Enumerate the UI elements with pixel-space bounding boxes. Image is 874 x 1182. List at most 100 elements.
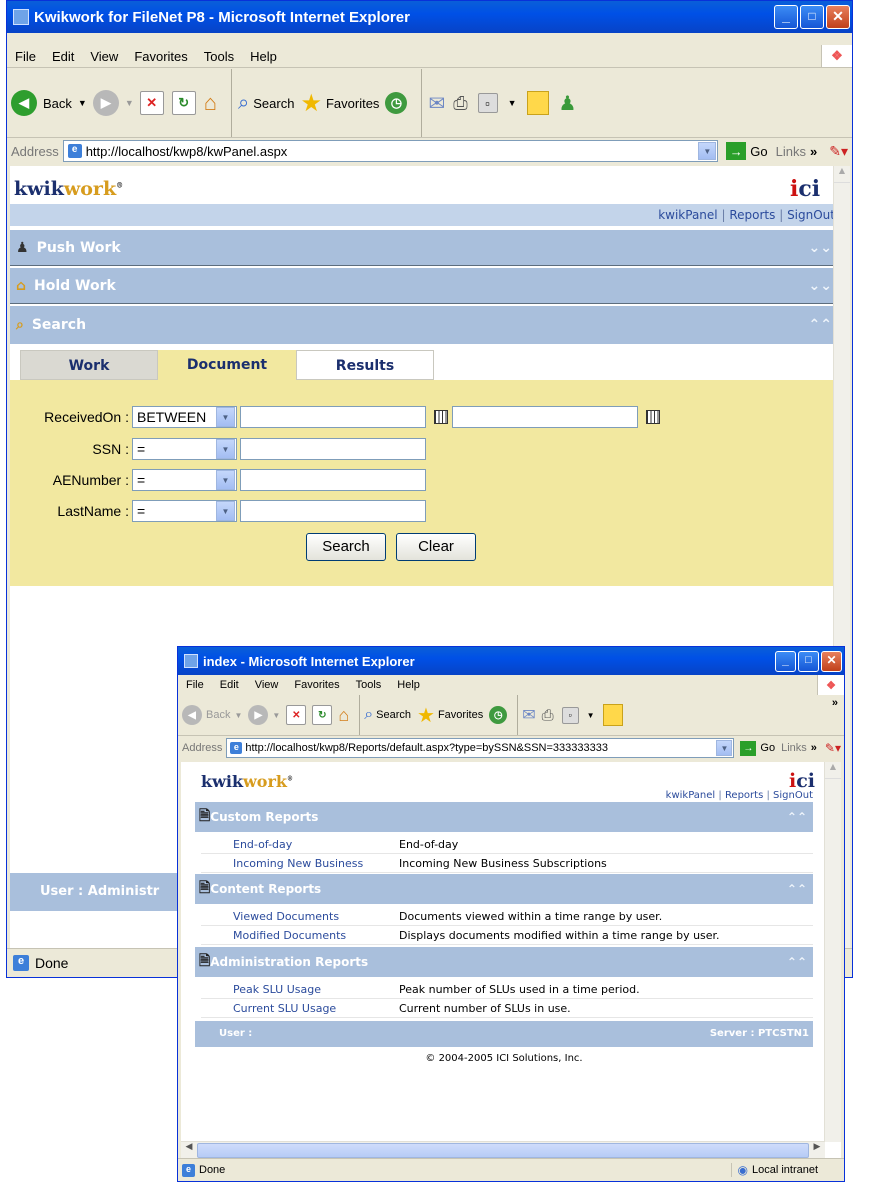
calendar-icon[interactable] — [646, 410, 660, 424]
search-button[interactable]: ⌕ Search — [238, 92, 294, 115]
aenumber-input[interactable] — [240, 469, 426, 491]
print-icon[interactable]: ⎙ — [542, 707, 554, 724]
history-icon[interactable]: ◷ — [489, 706, 508, 724]
address-input[interactable]: e http://localhost/kwp8/kwPanel.aspx ▼ — [62, 140, 719, 162]
menu-view[interactable]: View — [247, 679, 287, 691]
favorites-button[interactable]: ★ Favorites — [417, 703, 483, 728]
report-link-peak-slu-usage[interactable]: Peak SLU Usage — [201, 983, 399, 996]
report-row[interactable]: Current SLU Usage Current number of SLUs… — [201, 999, 813, 1018]
search-header[interactable]: ⌕ Search ⌃⌃ — [10, 306, 838, 344]
toolbar-extra-icon[interactable]: ✎▾ — [829, 143, 848, 160]
receivedon-operator-select[interactable]: BETWEEN ▼ — [132, 406, 237, 428]
nav-reports[interactable]: Reports — [725, 790, 763, 801]
tab-results[interactable]: Results — [296, 350, 434, 380]
popup-horizontal-scrollbar[interactable]: ◀ ▶ — [181, 1141, 825, 1158]
menu-file[interactable]: File — [7, 49, 44, 64]
nav-kwikpanel[interactable]: kwikPanel — [658, 208, 717, 222]
custom-reports-header[interactable]: 🗎 Custom Reports ⌃⌃ — [195, 802, 813, 832]
address-dropdown[interactable]: ▼ — [698, 142, 717, 160]
notes-icon[interactable] — [526, 91, 549, 115]
home-icon[interactable]: ⌂ — [204, 90, 217, 116]
menu-view[interactable]: View — [82, 49, 126, 64]
content-reports-header[interactable]: 🗎 Content Reports ⌃⌃ — [195, 874, 813, 904]
menu-favorites[interactable]: Favorites — [286, 679, 347, 691]
popup-title-bar[interactable]: index - Microsoft Internet Explorer _ □ … — [178, 647, 844, 675]
report-link-end-of-day[interactable]: End-of-day — [201, 838, 399, 851]
minimize-button[interactable]: _ — [775, 650, 796, 672]
edit-icon[interactable]: ▫ — [561, 706, 579, 724]
report-row[interactable]: Modified Documents Displays documents mo… — [201, 926, 813, 945]
messenger-icon[interactable]: ♟ — [559, 91, 577, 116]
hold-work-header[interactable]: ⌂ Hold Work ⌄⌄ — [10, 268, 838, 304]
back-button[interactable]: ◀ Back ▼ — [182, 705, 242, 725]
lastname-input[interactable] — [240, 500, 426, 522]
receivedon-from-input[interactable] — [240, 406, 426, 428]
go-button[interactable]: → Go — [726, 142, 768, 160]
chevron-right-icon[interactable]: » — [832, 697, 838, 709]
links-label[interactable]: Links — [776, 144, 806, 159]
stop-icon[interactable]: ✕ — [139, 91, 164, 115]
back-button[interactable]: ◀ Back ▼ — [11, 90, 87, 116]
menu-help[interactable]: Help — [389, 679, 428, 691]
minimize-button[interactable]: _ — [774, 5, 798, 29]
links-label[interactable]: Links — [781, 742, 807, 754]
report-row[interactable]: Incoming New Business Incoming New Busin… — [201, 854, 813, 873]
report-row[interactable]: End-of-day End-of-day — [201, 835, 813, 854]
go-button[interactable]: → Go — [740, 740, 775, 756]
maximize-button[interactable]: □ — [800, 5, 824, 29]
home-icon[interactable]: ⌂ — [338, 705, 349, 726]
close-button[interactable]: ✕ — [821, 650, 842, 672]
administration-reports-header[interactable]: 🗎 Administration Reports ⌃⌃ — [195, 947, 813, 977]
search-button[interactable]: ⌕ Search — [364, 706, 411, 724]
forward-button[interactable]: ▶ ▼ — [248, 705, 280, 725]
report-link-viewed-documents[interactable]: Viewed Documents — [201, 910, 399, 923]
nav-signout[interactable]: SignOut — [787, 208, 835, 222]
mail-icon[interactable]: ✉ — [428, 91, 445, 116]
lastname-operator-select[interactable]: = ▼ — [132, 500, 237, 522]
history-icon[interactable]: ◷ — [385, 92, 408, 114]
clear-button[interactable]: Clear — [396, 533, 476, 561]
main-title-bar[interactable]: Kwikwork for FileNet P8 - Microsoft Inte… — [7, 1, 852, 33]
close-button[interactable]: ✕ — [826, 5, 850, 29]
aenumber-operator-select[interactable]: = ▼ — [132, 469, 237, 491]
receivedon-to-input[interactable] — [452, 406, 638, 428]
ssn-operator-select[interactable]: = ▼ — [132, 438, 237, 460]
menu-tools[interactable]: Tools — [348, 679, 390, 691]
nav-reports[interactable]: Reports — [729, 208, 775, 222]
address-input[interactable]: e http://localhost/kwp8/Reports/default.… — [226, 738, 735, 758]
nav-kwikpanel[interactable]: kwikPanel — [666, 790, 716, 801]
popup-vertical-scrollbar[interactable]: ▲ — [824, 762, 841, 1142]
tab-document[interactable]: Document — [158, 350, 296, 380]
menu-edit[interactable]: Edit — [44, 49, 82, 64]
nav-signout[interactable]: SignOut — [773, 790, 813, 801]
maximize-button[interactable]: □ — [798, 650, 819, 672]
tab-work[interactable]: Work — [20, 350, 158, 380]
address-dropdown[interactable]: ▼ — [716, 740, 733, 756]
menu-tools[interactable]: Tools — [196, 49, 242, 64]
report-link-current-slu-usage[interactable]: Current SLU Usage — [201, 1002, 399, 1015]
report-row[interactable]: Peak SLU Usage Peak number of SLUs used … — [201, 980, 813, 999]
refresh-icon[interactable]: ↻ — [312, 705, 333, 725]
print-icon[interactable]: ⎙ — [453, 93, 467, 114]
menu-help[interactable]: Help — [242, 49, 285, 64]
push-work-header[interactable]: ♟ Push Work ⌄⌄ — [10, 230, 838, 266]
report-row[interactable]: Viewed Documents Documents viewed within… — [201, 907, 813, 926]
menu-favorites[interactable]: Favorites — [126, 49, 195, 64]
favorites-button[interactable]: ★ Favorites — [300, 89, 379, 118]
report-link-modified-documents[interactable]: Modified Documents — [201, 929, 399, 942]
mail-icon[interactable]: ✉ — [522, 705, 535, 725]
chevron-right-icon[interactable]: » — [810, 144, 817, 159]
notes-icon[interactable] — [602, 704, 623, 726]
search-button[interactable]: Search — [306, 533, 386, 561]
refresh-icon[interactable]: ↻ — [171, 91, 196, 115]
menu-file[interactable]: File — [178, 679, 212, 691]
report-link-incoming-new-business[interactable]: Incoming New Business — [201, 857, 399, 870]
chevron-right-icon[interactable]: » — [811, 742, 817, 754]
ssn-input[interactable] — [240, 438, 426, 460]
toolbar-extra-icon[interactable]: ✎▾ — [825, 741, 841, 755]
calendar-icon[interactable] — [434, 410, 448, 424]
forward-button[interactable]: ▶ ▼ — [92, 90, 134, 116]
edit-icon[interactable]: ▫ — [477, 93, 498, 113]
stop-icon[interactable]: ✕ — [286, 705, 307, 725]
menu-edit[interactable]: Edit — [212, 679, 247, 691]
